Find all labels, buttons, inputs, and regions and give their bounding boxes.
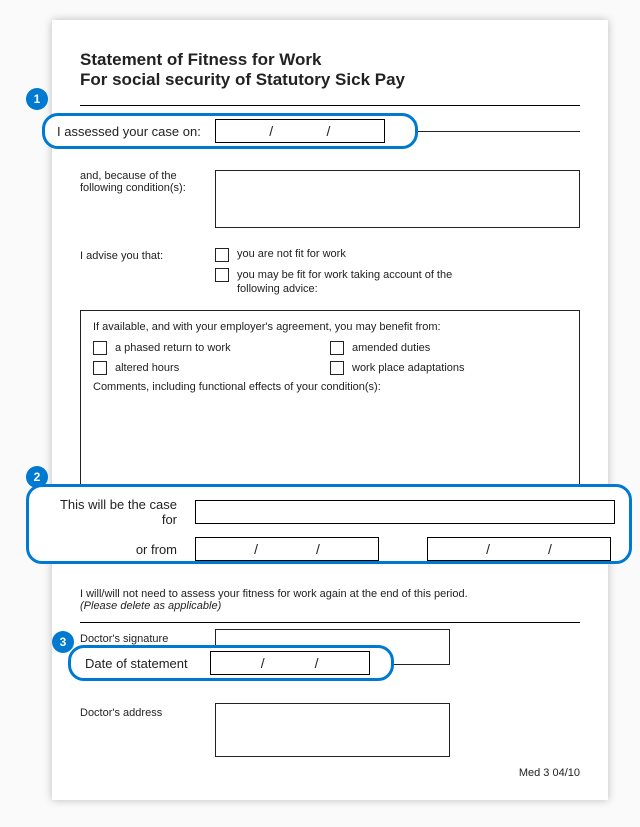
advice-not-fit: you are not fit for work	[215, 248, 580, 262]
callout-assessed: I assessed your case on: / /	[42, 113, 418, 149]
benefit-phased-label: a phased return to work	[115, 342, 231, 354]
advise-row: I advise you that: you are not fit for w…	[80, 246, 580, 303]
rule-bottom	[80, 622, 580, 623]
date-stmt-label: Date of statement	[85, 656, 188, 671]
benefit-workplace: work place adaptations	[330, 361, 567, 375]
checkbox-phased[interactable]	[93, 341, 107, 355]
comments-field[interactable]	[93, 393, 567, 493]
slash: /	[254, 541, 258, 557]
reassess-text: I will/will not need to assess your fitn…	[80, 588, 580, 600]
slash: /	[486, 541, 490, 557]
signature-label: Doctor's signature	[80, 629, 215, 645]
date-stmt-field[interactable]: / /	[210, 651, 370, 675]
slash: /	[315, 655, 319, 671]
conditions-field[interactable]	[215, 170, 580, 228]
checkbox-altered[interactable]	[93, 361, 107, 375]
advice-may-fit-label: you may be fit for work taking account o…	[237, 268, 477, 297]
slash: /	[548, 541, 552, 557]
title-line-2: For social security of Statutory Sick Pa…	[80, 70, 580, 90]
assessed-label: I assessed your case on:	[57, 124, 201, 139]
checkbox-may-fit[interactable]	[215, 268, 229, 282]
case-for-label: This will be the case for	[43, 497, 195, 527]
slash: /	[316, 541, 320, 557]
title-block: Statement of Fitness for Work For social…	[80, 50, 580, 91]
address-label: Doctor's address	[80, 703, 215, 719]
benefit-phased: a phased return to work	[93, 341, 330, 355]
to-date-field[interactable]: / /	[427, 537, 611, 561]
benefit-workplace-label: work place adaptations	[352, 362, 465, 374]
case-for-row: This will be the case for	[43, 497, 615, 527]
badge-1: 1	[26, 88, 48, 110]
assessed-date-field[interactable]: / /	[215, 119, 385, 143]
or-from-label: or from	[43, 542, 195, 557]
slash: /	[261, 655, 265, 671]
delete-note: (Please delete as applicable)	[80, 600, 580, 612]
checkbox-not-fit[interactable]	[215, 248, 229, 262]
checkbox-workplace[interactable]	[330, 361, 344, 375]
slash: /	[327, 123, 331, 139]
advise-label: I advise you that:	[80, 246, 215, 262]
address-field[interactable]	[215, 703, 450, 757]
callout-date-stmt: Date of statement / /	[68, 645, 394, 681]
benefit-amended-label: amended duties	[352, 342, 430, 354]
benefit-altered-label: altered hours	[115, 362, 179, 374]
advice-may-fit: you may be fit for work taking account o…	[215, 268, 580, 297]
benefit-intro: If available, and with your employer's a…	[93, 321, 567, 333]
conditions-row: and, because of the following condition(…	[80, 170, 580, 228]
advice-not-fit-label: you are not fit for work	[237, 248, 346, 260]
from-date-field[interactable]: / /	[195, 537, 379, 561]
case-for-field[interactable]	[195, 500, 615, 524]
benefit-altered: altered hours	[93, 361, 330, 375]
or-from-row: or from / / / /	[43, 537, 615, 561]
callout-case-for: This will be the case for or from / / / …	[26, 484, 632, 564]
conditions-label: and, because of the following condition(…	[80, 170, 215, 194]
address-row: Doctor's address	[80, 703, 580, 757]
slash: /	[269, 123, 273, 139]
checkbox-amended[interactable]	[330, 341, 344, 355]
comments-label: Comments, including functional effects o…	[93, 381, 567, 393]
title-line-1: Statement of Fitness for Work	[80, 50, 580, 70]
rule-top	[80, 105, 580, 106]
form-code: Med 3 04/10	[80, 767, 580, 779]
benefit-amended: amended duties	[330, 341, 567, 355]
benefit-box: If available, and with your employer's a…	[80, 310, 580, 502]
